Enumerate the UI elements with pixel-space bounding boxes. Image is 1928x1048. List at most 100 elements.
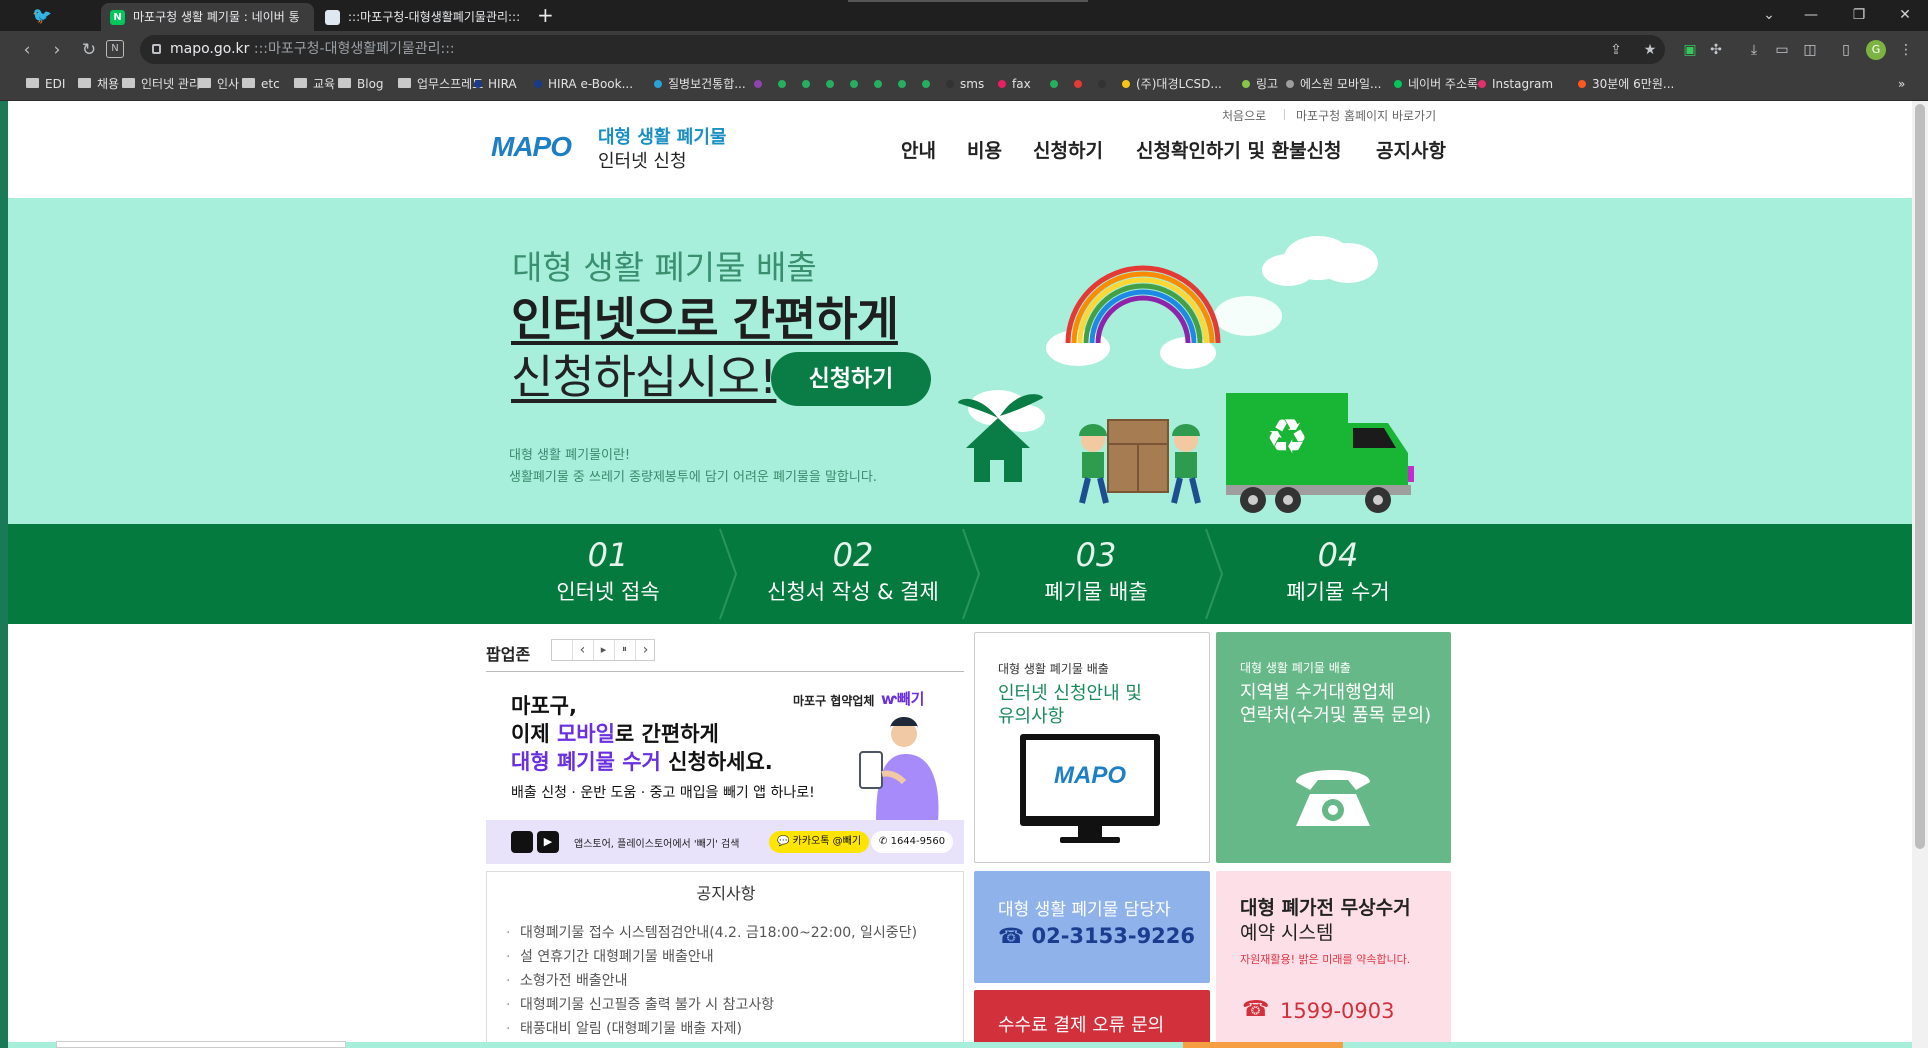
notice-item[interactable]: 태풍대비 알림 (대형폐기물 배출 자제) (502, 1017, 957, 1041)
bookmark-item[interactable] (898, 68, 912, 101)
close-button[interactable]: ✕ (1882, 0, 1928, 31)
bookmark-item[interactable]: 네이버 주소록 (1394, 68, 1478, 101)
card-manager-contact[interactable]: 대형 생활 폐기물 담당자 ☎ 02-3153-9226 (974, 871, 1210, 983)
bookmark-folder[interactable]: etc (242, 68, 280, 101)
notice-title[interactable]: 공지사항 (487, 880, 965, 904)
bookmark-item[interactable]: 질병보건통합... (654, 68, 746, 101)
bookmark-folder[interactable]: 채용 (78, 68, 119, 101)
notice-box: 공지사항 대형폐기물 접수 시스템점검안내(4.2. 금18:00~22:00,… (486, 871, 964, 1048)
menu-kebab-icon[interactable]: ⋮ (1896, 40, 1916, 60)
bookmark-label: 에스원 모바일... (1300, 77, 1382, 91)
site-favicon-icon (1074, 80, 1082, 88)
bookmark-item[interactable]: (주)대경LCSD... (1122, 68, 1222, 101)
card-internet-guide[interactable]: 대형 생활 폐기물 배출 인터넷 신청안내 및 유의사항 MAPO (974, 632, 1210, 863)
notice-item[interactable]: 소형가전 배출안내 (502, 969, 957, 993)
popup-zone-title: 팝업존 (486, 645, 531, 664)
minimize-button[interactable]: — (1788, 0, 1834, 31)
bookmark-item[interactable]: 링고 (1242, 68, 1278, 101)
extension-green-icon[interactable]: ▣ (1680, 40, 1700, 60)
popup-controls: ‹ ▸ ⏸ › (551, 639, 655, 661)
folder-icon (122, 78, 135, 88)
gnb-notice[interactable]: 공지사항 (1376, 136, 1446, 163)
bookmark-item[interactable]: HIRA e-Book... (534, 68, 633, 101)
popup-banner-ppaegi[interactable]: 마포구 협약업체 ⱳ빼기 마포구, 이제 모바일로 간편하게 대형 폐기물 수거… (486, 672, 964, 864)
store-search-text: 앱스토어, 플레이스토어에서 '빼기' 검색 (574, 839, 740, 850)
bookmark-label: 30분에 6만원... (1592, 77, 1675, 91)
extensions-icon[interactable]: ✣ (1706, 40, 1726, 60)
card-regional-contacts[interactable]: 대형 생활 폐기물 배출 지역별 수거대행업체 연락처(수거및 품목 문의) (1216, 632, 1451, 863)
back-button[interactable]: ‹ (14, 37, 40, 63)
popup-prev-button[interactable]: ‹ (572, 640, 592, 660)
bookmark-item[interactable] (850, 68, 864, 101)
share-icon[interactable]: ⇪ (1606, 40, 1626, 60)
restore-button[interactable]: ❐ (1836, 0, 1882, 31)
naver-site-icon[interactable]: N (106, 40, 124, 58)
card-payment-error[interactable]: 수수료 결제 오류 문의 (974, 990, 1210, 1048)
popup-pause-button[interactable]: ⏸ (614, 640, 634, 660)
address-bar[interactable]: mapo.go.kr :::마포구청-대형생활폐기물관리::: (140, 35, 1665, 64)
bookmark-item[interactable] (778, 68, 792, 101)
bookmark-item[interactable]: Instagram (1478, 68, 1553, 101)
top-link-home[interactable]: 처음으로 (1222, 107, 1266, 124)
url-title: :::마포구청-대형생활폐기물관리::: (253, 41, 455, 57)
bookmark-label: HIRA e-Book... (548, 77, 634, 91)
download-icon[interactable]: ⤓ (1744, 40, 1764, 60)
bookmark-item[interactable] (1098, 68, 1112, 101)
bookmark-item[interactable]: HIRA (474, 68, 517, 101)
scrollbar-thumb[interactable] (1915, 104, 1925, 849)
new-tab-button[interactable]: + (537, 3, 554, 27)
card-appliance-pickup[interactable]: 대형 폐가전 무상수거 예약 시스템 자원재활용! 밝은 미래를 약속합니다. … (1216, 871, 1451, 1048)
tab-search-icon[interactable]: ⌄ (1746, 0, 1792, 31)
reload-button[interactable]: ↻ (76, 37, 102, 63)
gnb-apply[interactable]: 신청하기 (1033, 136, 1103, 163)
bookmark-item[interactable] (826, 68, 840, 101)
top-link-mapo-homepage[interactable]: 마포구청 홈페이지 바로가기 (1296, 107, 1436, 124)
site-logo[interactable]: MAPO 대형 생활 폐기물 인터넷 신청 (491, 123, 731, 173)
gnb-guide[interactable]: 안내 (901, 136, 936, 163)
hero-subtitle: 대형 생활 폐기물 배출 (512, 248, 817, 287)
bookmark-item[interactable]: 30분에 6만원... (1578, 68, 1674, 101)
step-label: 폐기물 수거 (1286, 580, 1390, 604)
bookmarks-overflow-button[interactable]: » (1898, 68, 1905, 101)
bookmark-folder[interactable]: Blog (338, 68, 384, 101)
bookmark-folder[interactable]: 교육 (294, 68, 335, 101)
bookmark-folder[interactable]: 인사 (198, 68, 239, 101)
twitter-icon[interactable]: 🐦 (32, 6, 54, 26)
notice-item[interactable]: 대형폐기물 접수 시스템점검안내(4.2. 금18:00~22:00, 일시중단… (502, 921, 957, 945)
hero-apply-button[interactable]: 신청하기 (771, 352, 931, 406)
bookmark-item[interactable]: 에스원 모바일... (1286, 68, 1382, 101)
gnb-cost[interactable]: 비용 (967, 136, 1002, 163)
bookmark-item[interactable]: fax (998, 68, 1031, 101)
bookmark-item[interactable]: sms (946, 68, 984, 101)
bookmark-folder[interactable]: EDI (26, 68, 65, 101)
bookmark-folder[interactable]: 업무스프레드 (398, 68, 483, 101)
gnb-check-refund[interactable]: 신청확인하기 및 환불신청 (1136, 136, 1342, 163)
bookmark-star-icon[interactable]: ★ (1640, 40, 1660, 60)
bookmark-item[interactable] (1050, 68, 1064, 101)
bookmark-item[interactable] (802, 68, 816, 101)
site-favicon-icon (946, 80, 954, 88)
tab-naver[interactable]: N 마포구청 생활 폐기물 : 네이버 통 (101, 3, 314, 31)
tab-mapo[interactable]: :::마포구청-대형생활폐기물관리::: (316, 3, 529, 31)
bookmark-folder[interactable]: 인터넷 관리 (122, 68, 200, 101)
bookmark-item[interactable] (1074, 68, 1088, 101)
notice-item[interactable]: 대형폐기물 신고필증 출력 불가 시 참고사항 (502, 993, 957, 1017)
sidebar-icon[interactable]: ▯ (1836, 40, 1856, 60)
bookmark-item[interactable] (874, 68, 888, 101)
bookmark-item[interactable] (754, 68, 768, 101)
popup-next-button[interactable]: › (635, 640, 655, 660)
site-favicon-icon (1478, 80, 1486, 88)
folder-icon (26, 78, 39, 88)
bookmark-label: EDI (45, 77, 66, 91)
screenshot-icon[interactable]: ◫ (1800, 40, 1820, 60)
notice-item[interactable]: 설 연휴기간 대형폐기물 배출안내 (502, 945, 957, 969)
site-favicon-icon (474, 80, 482, 88)
cast-icon[interactable]: ▭ (1772, 40, 1792, 60)
forward-button[interactable]: › (44, 37, 70, 63)
banner-line1: 마포구, (511, 694, 577, 718)
popup-play-button[interactable]: ▸ (593, 640, 613, 660)
profile-avatar[interactable]: G (1866, 40, 1886, 60)
step-label: 폐기물 배출 (1044, 580, 1148, 604)
bookmark-item[interactable] (922, 68, 936, 101)
card-small-label: 대형 생활 폐기물 배출 (998, 662, 1109, 676)
